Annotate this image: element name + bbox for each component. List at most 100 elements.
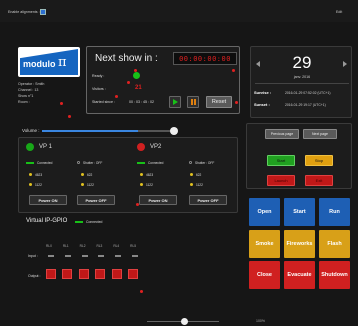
- lamp-icon: [140, 173, 143, 176]
- gpio-connected-label: Connected: [86, 219, 103, 224]
- vp1-power-icon[interactable]: [26, 143, 34, 151]
- gpio-output-label: Output :: [28, 274, 41, 278]
- volume-slider[interactable]: [42, 127, 178, 135]
- gpio-input-label: Input :: [28, 254, 38, 258]
- smoke-button[interactable]: Smoke: [249, 230, 280, 258]
- volume-handle[interactable]: [170, 127, 178, 135]
- vp2-power-on-button[interactable]: Power ON: [139, 195, 177, 205]
- vp2-connected-indicator: [137, 162, 145, 164]
- lamp-icon: [81, 183, 84, 186]
- calendar-month: janv. 2016: [293, 75, 311, 79]
- zoom-handle[interactable]: [181, 318, 188, 325]
- next-show-panel: Next show in : 00:00:00:00 Ready : Visit…: [86, 46, 240, 114]
- vp1-power-on-button[interactable]: Power ON: [29, 195, 67, 205]
- lamp-icon: [29, 173, 32, 176]
- relay-label: RL1: [62, 244, 69, 248]
- next-month-arrow[interactable]: [343, 61, 347, 67]
- play-button[interactable]: [169, 96, 181, 108]
- vp1-title: VP 1: [39, 144, 52, 150]
- open-button[interactable]: Open: [249, 198, 280, 226]
- input-indicator: [64, 255, 71, 257]
- logo-pi: π: [58, 55, 67, 70]
- calendar-divider: [255, 83, 349, 84]
- page-control-panel: Previous page Next page Start Stop Launc…: [246, 123, 352, 189]
- relay-output-button[interactable]: [111, 269, 122, 279]
- ready-indicator: [133, 72, 140, 79]
- vp2-shutter-icon: [189, 161, 192, 164]
- vp1-value-1: 4623: [35, 172, 43, 177]
- lamp-icon: [140, 183, 143, 186]
- flash-button[interactable]: Flash: [319, 230, 350, 258]
- sunset-value: 2016-01-29 19:17 (UTC+1): [285, 102, 326, 107]
- marker: [235, 101, 238, 104]
- logo: modulo π: [18, 47, 80, 77]
- edit-link[interactable]: Edit: [336, 10, 342, 14]
- lamp-icon: [81, 173, 84, 176]
- marker: [127, 81, 130, 84]
- next-show-title: Next show in :: [95, 53, 158, 64]
- vp2-value-4: 1122: [196, 182, 203, 187]
- vp2-connected-label: Connected: [148, 161, 164, 165]
- relay-output-button[interactable]: [127, 269, 138, 279]
- gpio-input-row: [48, 255, 138, 258]
- run-button[interactable]: Run: [319, 198, 350, 226]
- visitors-label: Visitors :: [92, 87, 106, 91]
- relay-output-button[interactable]: [62, 269, 73, 279]
- launch-button[interactable]: Launch: [267, 175, 295, 186]
- marker: [134, 69, 137, 72]
- vp1-connected-label: Connected: [37, 161, 53, 165]
- reset-button[interactable]: Reset: [206, 96, 232, 108]
- vp2-power-off-button[interactable]: Power OFF: [189, 195, 227, 205]
- vp1-connected-indicator: [26, 162, 34, 164]
- close-button[interactable]: Close: [249, 261, 280, 289]
- gpio-relay-header: RL0 RL1 RL2 RL3 RL4 RL5: [46, 244, 136, 250]
- visitors-count: 21: [135, 85, 142, 91]
- lamp-icon: [190, 173, 193, 176]
- lamp-icon: [190, 183, 193, 186]
- relay-output-button[interactable]: [78, 269, 89, 279]
- relay-label: RL4: [113, 244, 120, 248]
- next-page-button[interactable]: Next page: [303, 129, 337, 139]
- vp2-value-1: 4623: [146, 172, 154, 177]
- stop-button[interactable]: Stop: [305, 155, 333, 166]
- input-indicator: [98, 255, 105, 257]
- exit-button[interactable]: Exit: [305, 175, 333, 186]
- pause-icon: [190, 99, 196, 105]
- evacuate-button[interactable]: Evacuate: [284, 261, 315, 289]
- started-label: Started since :: [92, 100, 115, 104]
- marker: [60, 102, 63, 105]
- sunrise-label: Sunrise :: [254, 90, 272, 95]
- marker: [232, 69, 235, 72]
- relay-label: RL3: [96, 244, 103, 248]
- relay-output-button[interactable]: [46, 269, 56, 279]
- shutdown-button[interactable]: Shutdown: [319, 261, 350, 289]
- start-action-button[interactable]: Start: [284, 198, 315, 226]
- vp2-value-3: 1122: [146, 182, 153, 187]
- started-time: 00 : 03 : 45 : 02: [129, 100, 154, 104]
- alignment-checkbox[interactable]: [40, 9, 46, 15]
- relay-label: RL0: [46, 244, 52, 248]
- fireworks-button[interactable]: Fireworks: [284, 230, 315, 258]
- start-button[interactable]: Start: [267, 155, 295, 166]
- show-info: Operator : Smith Channel : 13 Show n°1 R…: [18, 81, 44, 105]
- vp1-value-4: 1122: [87, 182, 94, 187]
- input-indicator: [115, 255, 122, 257]
- pause-button[interactable]: [187, 96, 199, 108]
- marker: [140, 290, 143, 293]
- zoom-slider[interactable]: [147, 318, 219, 325]
- relay-output-button[interactable]: [95, 269, 106, 279]
- relay-label: RL5: [130, 244, 136, 248]
- lamp-icon: [29, 183, 32, 186]
- vp2-power-icon[interactable]: [137, 143, 145, 151]
- alignment-label: Enable alignments :: [8, 10, 40, 14]
- play-icon: [172, 99, 178, 105]
- vp2-value-2: 622: [196, 172, 202, 177]
- countdown-value: 00:00:00:00: [179, 54, 231, 63]
- vp1-shutter-label: Shutter : OFF: [83, 161, 103, 165]
- countdown-display: 00:00:00:00: [173, 52, 237, 65]
- previous-page-button[interactable]: Previous page: [265, 129, 299, 139]
- vp1-power-off-button[interactable]: Power OFF: [77, 195, 115, 205]
- ready-label: Ready :: [92, 74, 105, 78]
- calendar-panel: 29 janv. 2016 Sunrise : 2016-01-29 07:52…: [250, 46, 352, 118]
- logo-text: modulo: [23, 59, 56, 69]
